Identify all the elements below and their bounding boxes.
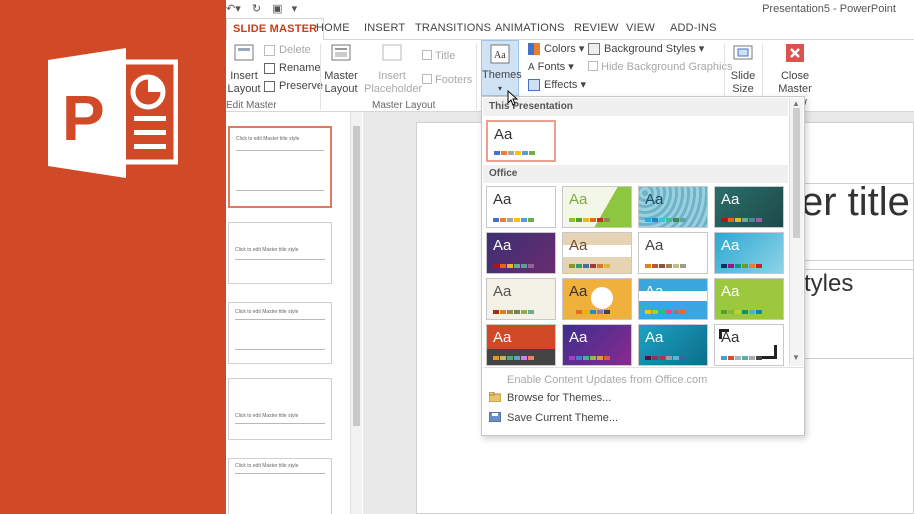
themes-gallery-footer: Enable Content Updates from Office.com B… xyxy=(483,367,803,435)
master-layout-button[interactable]: Master Layout xyxy=(324,42,358,96)
master-layout-group-label: Master Layout xyxy=(372,100,436,111)
delete-button[interactable]: Delete xyxy=(264,44,311,56)
effects-button[interactable]: Effects ▾ xyxy=(528,78,586,92)
theme-tile-green[interactable]: Aa xyxy=(714,278,784,320)
preserve-button[interactable]: Preserve xyxy=(264,80,323,92)
insert-placeholder-button[interactable]: Insert Placeholder xyxy=(364,42,422,96)
title-checkbox-box xyxy=(422,50,432,60)
theme-tile-wisp[interactable]: Aa xyxy=(486,278,556,320)
theme-tile-circuit[interactable]: Aa xyxy=(562,278,632,320)
ribbon-tabs: SLIDE MASTER HOME INSERT TRANSITIONS ANI… xyxy=(226,18,914,41)
svg-text:Aa: Aa xyxy=(494,50,506,61)
start-from-beginning-icon[interactable]: ▣ xyxy=(272,3,282,15)
theme-tile-organic[interactable]: Aa xyxy=(562,232,632,274)
effects-icon xyxy=(528,79,540,92)
slide-body-text: tyles xyxy=(804,270,854,297)
theme-tile-office[interactable]: Aa xyxy=(486,186,556,228)
quick-access-toolbar: ↶▾ ↻ ▣ ▾ xyxy=(226,2,297,15)
colors-icon xyxy=(528,43,540,56)
fonts-icon: A xyxy=(528,61,535,73)
browse-for-themes-item[interactable]: Browse for Themes... xyxy=(507,392,611,404)
theme-tile-integral[interactable]: Aa xyxy=(638,186,708,228)
footers-checkbox[interactable]: Footers xyxy=(422,74,472,86)
insert-layout-icon xyxy=(234,44,254,61)
themes-gallery: This Presentation Aa Office Aa Aa Aa Aa … xyxy=(481,96,805,436)
qat-customize-icon[interactable]: ▾ xyxy=(292,3,298,15)
thumbnail-scrollbar[interactable] xyxy=(350,112,362,514)
delete-icon xyxy=(264,44,275,56)
slide-title-text: er title xyxy=(801,180,910,224)
insert-layout-button[interactable]: Insert Layout xyxy=(226,42,262,96)
undo-icon[interactable]: ↶▾ xyxy=(226,3,241,15)
save-current-theme-item[interactable]: Save Current Theme... xyxy=(507,412,618,424)
svg-text:P: P xyxy=(62,82,105,154)
insert-placeholder-icon xyxy=(382,44,402,61)
tab-view[interactable]: VIEW xyxy=(626,22,655,34)
window-title: Presentation5 - PowerPoint xyxy=(762,3,896,15)
master-layout-icon xyxy=(331,44,351,61)
theme-tile-frame[interactable]: Aa xyxy=(714,324,784,366)
fonts-button[interactable]: A Fonts ▾ xyxy=(528,60,574,73)
theme-tile-celestial[interactable]: Aa xyxy=(562,324,632,366)
save-theme-icon xyxy=(489,412,501,422)
rename-button[interactable]: Rename xyxy=(264,62,321,74)
slide-thumbnail[interactable]: Click to edit Master title style xyxy=(228,222,332,284)
theme-tile-berlin[interactable]: Aa xyxy=(486,324,556,366)
footers-checkbox-box xyxy=(422,74,432,84)
enable-content-updates-item: Enable Content Updates from Office.com xyxy=(507,374,708,386)
this-presentation-header: This Presentation xyxy=(483,98,788,116)
theme-tile-banded[interactable]: Aa xyxy=(638,278,708,320)
group-separator xyxy=(476,44,477,110)
office-header: Office xyxy=(483,165,788,183)
scrollbar-thumb[interactable] xyxy=(793,108,800,238)
tab-insert[interactable]: INSERT xyxy=(364,22,405,34)
title-checkbox[interactable]: Title xyxy=(422,50,455,62)
theme-tile-dividend[interactable]: Aa xyxy=(638,324,708,366)
background-styles-button[interactable]: Background Styles ▾ xyxy=(588,42,704,56)
scroll-down-icon[interactable]: ▼ xyxy=(792,353,800,362)
redo-icon[interactable]: ↻ xyxy=(252,3,261,15)
tab-home[interactable]: HOME xyxy=(316,22,350,34)
tab-add-ins[interactable]: ADD-INS xyxy=(670,22,717,34)
powerpoint-logo-icon: P xyxy=(48,48,178,178)
slide-thumbnail[interactable]: Click to edit Master title style xyxy=(228,378,332,440)
browse-folder-icon xyxy=(489,392,501,402)
edit-master-group-label: Edit Master xyxy=(226,100,277,111)
tab-transitions[interactable]: TRANSITIONS xyxy=(415,22,491,34)
powerpoint-brand-panel: P xyxy=(0,0,226,514)
close-icon xyxy=(786,44,804,62)
slide-thumbnail[interactable]: Click to edit Master title style xyxy=(228,302,332,364)
theme-tile-facet[interactable]: Aa xyxy=(562,186,632,228)
slide-size-button[interactable]: Slide Size xyxy=(728,42,758,96)
slide-thumbnail[interactable]: Click to edit Master title style xyxy=(228,458,332,514)
hide-background-graphics-checkbox[interactable]: Hide Background Graphics xyxy=(588,61,732,73)
mouse-cursor-icon xyxy=(507,90,519,106)
rename-icon xyxy=(264,62,275,74)
themes-gallery-scrollbar[interactable]: ▲ ▼ xyxy=(789,98,803,366)
theme-tile-slice[interactable]: Aa xyxy=(714,232,784,274)
themes-button[interactable]: Aa Themes ▾ xyxy=(481,40,522,96)
preserve-icon xyxy=(264,80,275,92)
tab-review[interactable]: REVIEW xyxy=(574,22,619,34)
theme-tile-retrospect[interactable]: Aa xyxy=(638,232,708,274)
powerpoint-window: ↶▾ ↻ ▣ ▾ Presentation5 - PowerPoint SLID… xyxy=(226,0,914,514)
background-styles-icon xyxy=(588,43,600,56)
scroll-up-icon[interactable]: ▲ xyxy=(792,99,800,108)
slide-size-icon xyxy=(733,45,753,60)
scrollbar-thumb[interactable] xyxy=(353,126,360,426)
theme-tile-ion-boardroom[interactable]: Aa xyxy=(714,186,784,228)
themes-icon: Aa xyxy=(490,44,510,64)
theme-tile-ion[interactable]: Aa xyxy=(486,232,556,274)
tab-animations[interactable]: ANIMATIONS xyxy=(495,22,565,34)
hide-background-graphics-box xyxy=(588,61,598,71)
group-separator xyxy=(320,44,321,110)
slide-thumbnail-pane: Click to edit Master title style Click t… xyxy=(226,112,351,514)
tab-slide-master[interactable]: SLIDE MASTER xyxy=(226,18,325,41)
colors-button[interactable]: Colors ▾ xyxy=(528,42,584,56)
slide-thumbnail[interactable]: Click to edit Master title style xyxy=(228,126,332,208)
title-bar: ↶▾ ↻ ▣ ▾ Presentation5 - PowerPoint xyxy=(226,0,914,18)
theme-tile-current[interactable]: Aa xyxy=(486,120,556,162)
